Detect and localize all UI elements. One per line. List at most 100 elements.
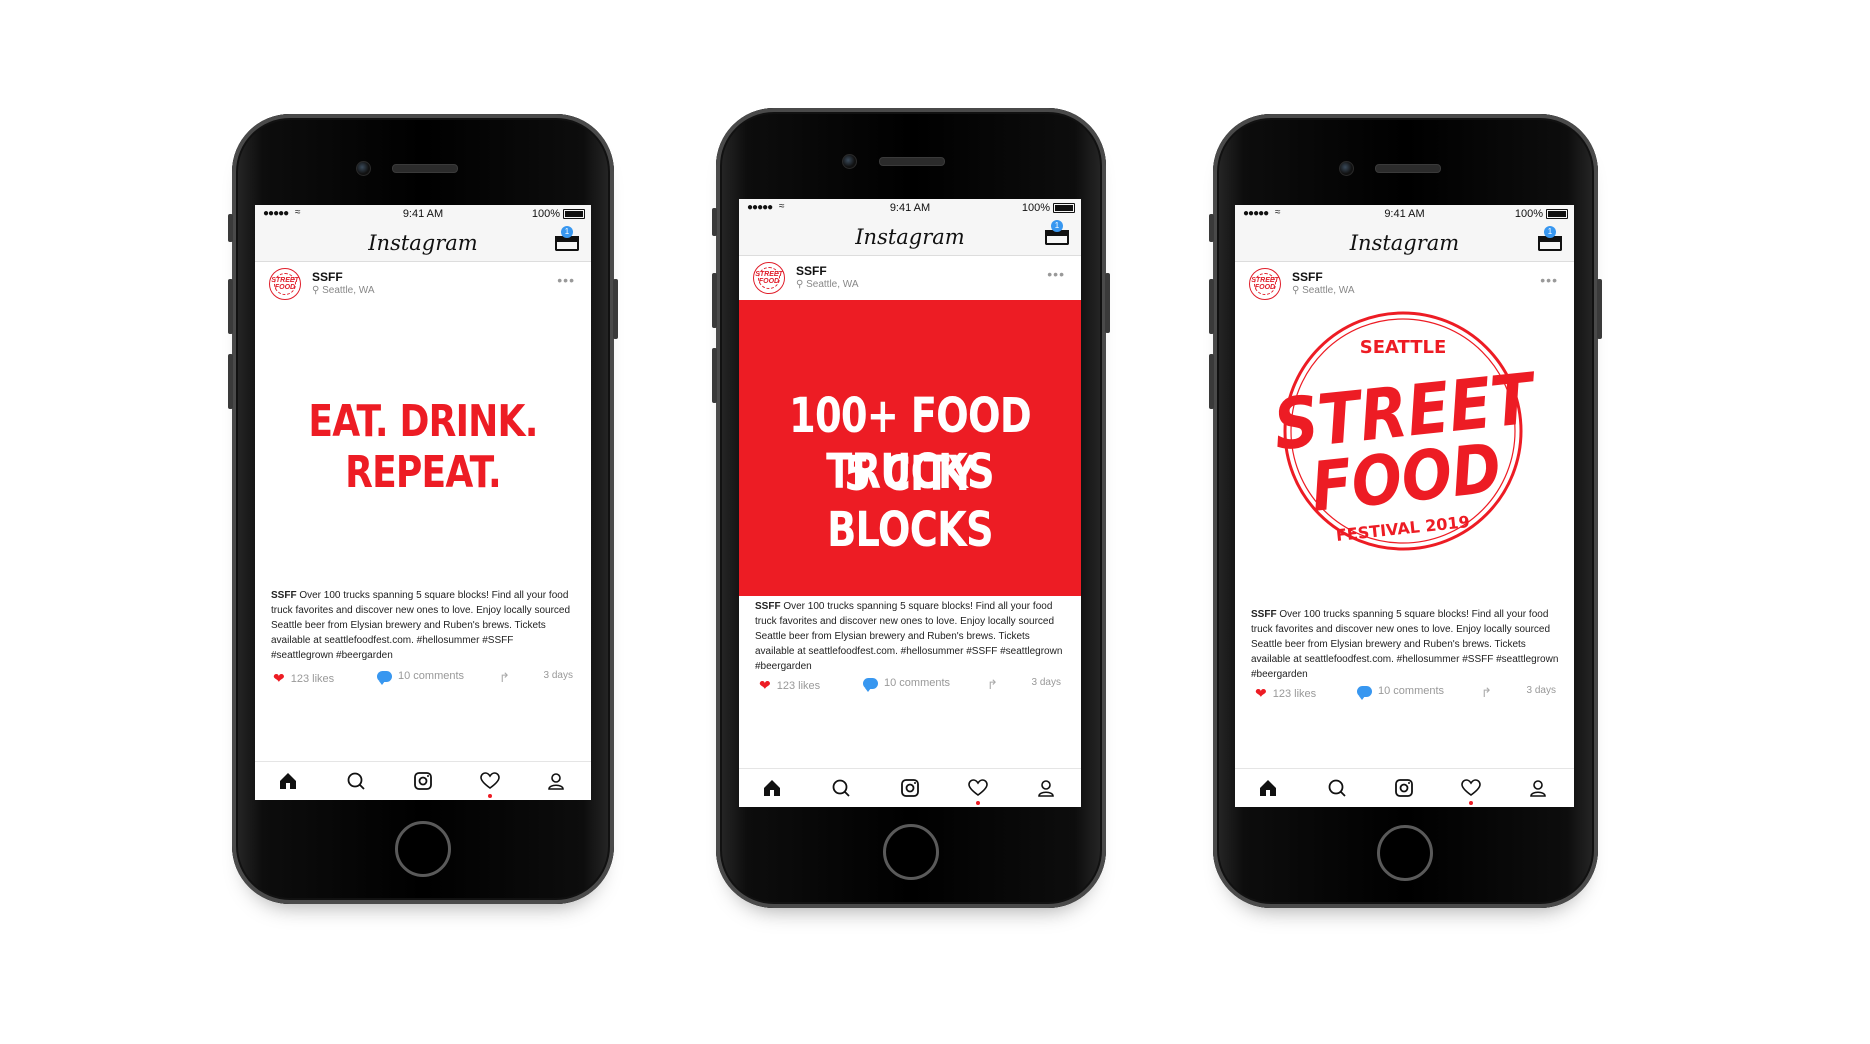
more-options-icon[interactable]: ••• — [557, 272, 575, 288]
home-button[interactable] — [1377, 825, 1433, 881]
comments-count: 10 comments — [884, 677, 951, 689]
earpiece-speaker — [1375, 164, 1441, 173]
heart-icon: ❤ — [1255, 685, 1267, 701]
home-button[interactable] — [395, 821, 451, 877]
heart-icon[interactable] — [967, 777, 989, 805]
earpiece-speaker — [392, 164, 458, 173]
location-text: Seattle, WA — [322, 285, 375, 296]
post-actions: ❤ 123 likes 10 comments ↱ 3 days — [255, 666, 591, 688]
caption-username[interactable]: SSFF — [1251, 609, 1277, 620]
post-location[interactable]: ⚲ Seattle, WA — [1292, 285, 1355, 296]
username[interactable]: SSFF — [1292, 270, 1323, 284]
post-location[interactable]: ⚲ Seattle, WA — [796, 279, 859, 290]
location-text: Seattle, WA — [1302, 285, 1355, 296]
post-header: STREET FOOD SSFF ⚲ Seattle, WA ••• — [1235, 262, 1574, 306]
post-image[interactable]: 100+ FOOD TRUCKS 5 CITY BLOCKS — [739, 300, 1081, 596]
location-pin-icon: ⚲ — [1292, 285, 1303, 296]
screen: ●●●●● ≈ 9:41 AM 100% Instagram 1 STREET … — [1235, 205, 1574, 807]
phone-mockup-3: ●●●●● ≈ 9:41 AM 100% Instagram 1 STREET … — [1209, 114, 1602, 908]
home-icon[interactable] — [761, 777, 783, 799]
battery-status: 100% — [1022, 202, 1075, 214]
battery-percent: 100% — [1021, 202, 1050, 214]
heart-icon[interactable] — [479, 770, 501, 798]
share-action[interactable]: ↱ — [1481, 685, 1492, 701]
share-action[interactable]: ↱ — [499, 670, 510, 686]
inbox-badge: 1 — [1051, 220, 1063, 232]
inbox-badge: 1 — [561, 226, 573, 238]
post-caption: SSFF Over 100 trucks spanning 5 square b… — [755, 599, 1067, 674]
search-icon[interactable] — [1326, 777, 1348, 799]
camera-icon[interactable] — [1393, 777, 1415, 799]
post-headline: EAT. DRINK. REPEAT. — [308, 396, 538, 498]
caption-username[interactable]: SSFF — [755, 601, 781, 612]
share-icon: ↱ — [1481, 685, 1492, 700]
screen: ●●●●● ≈ 9:41 AM 100% Instagram 1 STREET … — [255, 205, 591, 800]
profile-icon[interactable] — [545, 770, 567, 792]
like-action[interactable]: ❤ 123 likes — [1255, 685, 1316, 702]
profile-icon[interactable] — [1527, 777, 1549, 799]
share-action[interactable]: ↱ — [987, 677, 998, 693]
post-image[interactable]: SEATTLE STREET FOOD FESTIVAL 2019 — [1235, 306, 1574, 600]
activity-dot — [488, 794, 492, 798]
more-options-icon[interactable]: ••• — [1540, 272, 1558, 288]
more-options-icon[interactable]: ••• — [1047, 266, 1065, 282]
battery-percent: 100% — [531, 208, 560, 220]
profile-icon[interactable] — [1035, 777, 1057, 799]
app-title: Instagram — [1349, 231, 1460, 255]
tab-bar — [255, 761, 591, 800]
likes-count: 123 likes — [290, 672, 335, 685]
post-age: 3 days — [1526, 685, 1556, 696]
nav-bar: Instagram 1 — [255, 225, 591, 262]
home-button[interactable] — [883, 824, 939, 880]
avatar[interactable]: STREET FOOD — [269, 268, 301, 300]
like-action[interactable]: ❤ 123 likes — [759, 677, 820, 694]
front-camera — [356, 161, 371, 176]
caption-username[interactable]: SSFF — [271, 590, 297, 601]
avatar-logo-text: STREET FOOD — [755, 271, 783, 285]
comment-action[interactable]: 10 comments — [863, 677, 951, 692]
username[interactable]: SSFF — [796, 264, 827, 278]
like-action[interactable]: ❤ 123 likes — [273, 670, 334, 687]
post-location[interactable]: ⚲ Seattle, WA — [312, 285, 375, 296]
comment-action[interactable]: 10 comments — [1357, 685, 1444, 700]
camera-icon[interactable] — [899, 777, 921, 799]
post-header: STREET FOOD SSFF ⚲ Seattle, WA ••• — [739, 256, 1081, 300]
nav-bar: Instagram 1 — [739, 219, 1081, 256]
username[interactable]: SSFF — [312, 270, 343, 284]
logo-seattle: SEATTLE — [1360, 337, 1447, 358]
inbox-icon[interactable]: 1 — [555, 226, 579, 251]
comment-icon — [1357, 685, 1372, 700]
avatar-logo-text: STREET FOOD — [271, 277, 299, 291]
festival-logo: SEATTLE STREET FOOD FESTIVAL 2019 — [1270, 311, 1542, 551]
search-icon[interactable] — [345, 770, 367, 792]
comment-action[interactable]: 10 comments — [377, 670, 465, 685]
post-header: STREET FOOD SSFF ⚲ Seattle, WA ••• — [255, 262, 591, 306]
search-icon[interactable] — [830, 777, 852, 799]
location-pin-icon: ⚲ — [312, 285, 323, 296]
share-icon: ↱ — [987, 677, 998, 692]
tab-bar — [1235, 768, 1574, 807]
home-icon[interactable] — [1257, 777, 1279, 799]
post-image[interactable]: EAT. DRINK. REPEAT. — [255, 306, 591, 586]
battery-icon — [1053, 203, 1075, 213]
comments-count: 10 comments — [398, 670, 465, 682]
likes-count: 123 likes — [1272, 687, 1317, 700]
post-caption: SSFF Over 100 trucks spanning 5 square b… — [1251, 607, 1560, 682]
screen: ●●●●● ≈ 9:41 AM 100% Instagram 1 STREET … — [739, 199, 1081, 807]
earpiece-speaker — [879, 157, 945, 166]
battery-percent: 100% — [1514, 208, 1543, 220]
post-age: 3 days — [1031, 677, 1061, 688]
battery-status: 100% — [1515, 208, 1568, 220]
avatar[interactable]: STREET FOOD — [753, 262, 785, 294]
heart-icon[interactable] — [1460, 777, 1482, 805]
likes-count: 123 likes — [776, 679, 821, 692]
inbox-icon[interactable]: 1 — [1538, 226, 1562, 251]
caption-text: Over 100 trucks spanning 5 square blocks… — [755, 601, 1063, 672]
heart-icon: ❤ — [273, 670, 285, 686]
avatar[interactable]: STREET FOOD — [1249, 268, 1281, 300]
camera-icon[interactable] — [412, 770, 434, 792]
avatar-logo-text: STREET FOOD — [1251, 277, 1279, 291]
inbox-icon[interactable]: 1 — [1045, 220, 1069, 245]
home-icon[interactable] — [277, 770, 299, 792]
status-bar: ●●●●● ≈ 9:41 AM 100% — [1235, 205, 1574, 225]
